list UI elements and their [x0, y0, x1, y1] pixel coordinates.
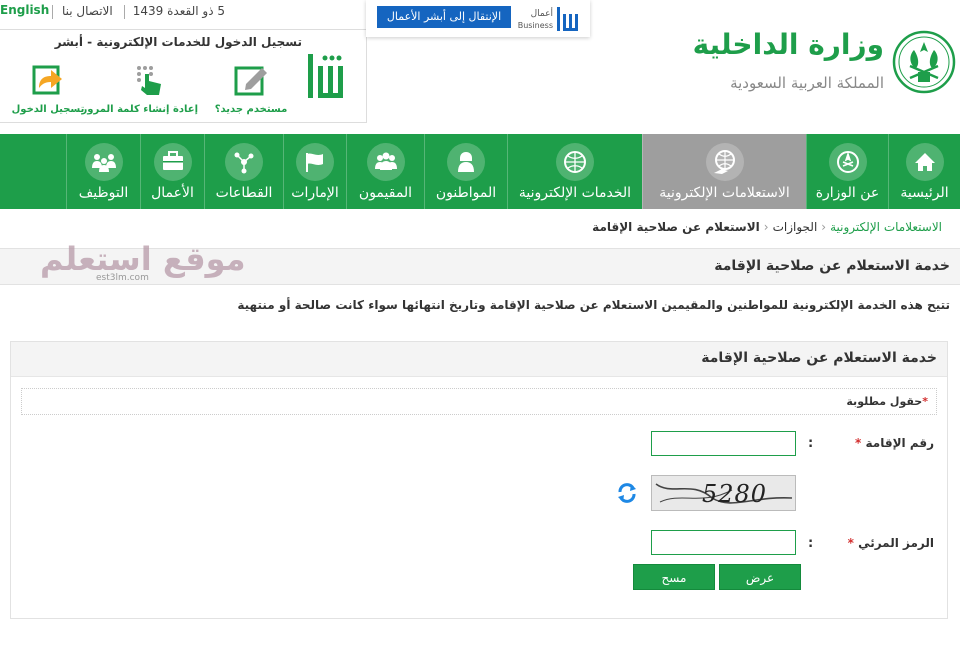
contact-us-link[interactable]: الاتصال بنا: [62, 4, 113, 18]
inquiry-form-panel: خدمة الاستعلام عن صلاحية الإقامة *حقول م…: [10, 341, 948, 619]
business-logo-en: Business: [517, 21, 553, 30]
network-icon: [234, 152, 254, 174]
hijri-date: 5 ذو القعدة 1439: [132, 4, 225, 18]
nav-home-label: الرئيسية: [900, 185, 949, 201]
nav-emirates-label: الإمارات: [291, 185, 339, 201]
nav-business-circle: [153, 143, 192, 181]
globe-icon: [564, 151, 586, 173]
service-description: تتيح هذه الخدمة الإلكترونية للمواطنين وا…: [237, 298, 950, 312]
nav-about-circle: [828, 143, 867, 181]
nav-about-label: عن الوزارة: [815, 185, 880, 201]
iqama-label-text: رقم الإقامة: [865, 436, 934, 450]
reset-password-label: إعادة إنشاء كلمة المرور: [81, 104, 198, 115]
absher-business-bar: الإنتقال إلى أبشر الأعمال أعمال Business: [366, 0, 590, 37]
absher-login-box: تسجيل الدخول للخدمات الإلكترونية - أبشر …: [0, 29, 367, 123]
nav-employment-circle: [84, 143, 123, 181]
nav-residents-label: المقيمون: [358, 185, 413, 201]
login-label: تسجيل الدخول: [11, 104, 85, 115]
team-icon: [91, 154, 116, 172]
nav-services-circle: [556, 143, 594, 181]
nav-citizens-label: المواطنون: [435, 185, 497, 201]
person-icon: [458, 152, 474, 172]
nav-home[interactable]: الرئيسية: [888, 134, 960, 209]
nav-residents-circle: [366, 143, 405, 181]
nav-e-inquiries[interactable]: الاستعلامات الإلكترونية: [642, 134, 806, 209]
nav-emirates[interactable]: الإمارات: [283, 134, 346, 209]
iqama-colon: :: [808, 436, 814, 451]
watermark-url: est3lm.com: [96, 273, 149, 283]
nav-sectors-circle: [225, 143, 263, 181]
topbar-divider: [52, 5, 53, 19]
nav-inquiries-circle: [705, 143, 744, 181]
section-title: خدمة الاستعلام عن صلاحية الإقامة: [714, 258, 950, 274]
form-panel-header: خدمة الاستعلام عن صلاحية الإقامة: [11, 342, 947, 377]
visual-code-input[interactable]: [651, 530, 796, 555]
nav-about-ministry[interactable]: عن الوزارة: [806, 134, 888, 209]
flag-icon: [306, 153, 323, 172]
absher-logo-icon: [308, 54, 343, 98]
keypad-touch-icon: [137, 66, 161, 95]
visual-code-colon: :: [808, 536, 814, 551]
nav-services-label: الخدمات الإلكترونية: [518, 185, 632, 201]
breadcrumb-mid-link[interactable]: الجوازات: [773, 220, 818, 234]
language-english-link[interactable]: English: [0, 3, 49, 17]
required-star: *: [847, 536, 854, 550]
topbar-divider: [124, 5, 125, 19]
form-title: خدمة الاستعلام عن صلاحية الإقامة: [701, 350, 937, 366]
nav-sectors-label: القطاعات: [215, 185, 273, 201]
login-button[interactable]: تسجيل الدخول: [0, 64, 96, 115]
ministry-title: وزارة الداخلية: [692, 28, 884, 61]
required-note-label: حقول مطلوبة: [846, 395, 923, 408]
nav-employment[interactable]: التوظيف: [66, 134, 140, 209]
breadcrumb-current: الاستعلام عن صلاحية الإقامة: [592, 220, 760, 234]
saudi-emblem-icon: [892, 30, 956, 94]
edit-icon: [234, 66, 267, 96]
briefcase-icon: [162, 151, 183, 170]
people-icon: [374, 152, 397, 170]
nav-inquiries-label: الاستعلامات الإلكترونية: [659, 185, 790, 201]
nav-citizens-circle: [447, 143, 485, 181]
nav-citizens[interactable]: المواطنون: [424, 134, 507, 209]
globe-hand-icon: [713, 150, 735, 174]
nav-home-circle: [905, 143, 944, 181]
iqama-number-input[interactable]: [651, 431, 796, 456]
breadcrumb-chevron-icon: ‹: [763, 220, 769, 234]
required-star: *: [922, 395, 928, 408]
nav-residents[interactable]: المقيمون: [346, 134, 424, 209]
breadcrumb: الاستعلامات الإلكترونية‹الجوازات‹الاستعل…: [592, 220, 942, 234]
visual-code-label: الرمز المرئي *: [848, 536, 934, 550]
breadcrumb-root-link[interactable]: الاستعلامات الإلكترونية: [830, 220, 942, 234]
nav-employment-label: التوظيف: [78, 185, 129, 201]
login-box-title: تسجيل الدخول للخدمات الإلكترونية - أبشر: [54, 35, 302, 49]
go-to-absher-business-button[interactable]: الإنتقال إلى أبشر الأعمال: [377, 6, 511, 28]
login-arrow-icon: [32, 65, 62, 95]
submit-button[interactable]: عرض: [719, 564, 801, 590]
nav-business[interactable]: الأعمال: [140, 134, 204, 209]
required-fields-note: *حقول مطلوبة: [21, 388, 937, 415]
iqama-number-label: رقم الإقامة *: [855, 436, 934, 450]
business-logo-ar: أعمال: [530, 9, 553, 19]
required-star: *: [855, 436, 862, 450]
absher-business-logo-icon: [557, 7, 578, 31]
ministry-subtitle: المملكة العربية السعودية: [730, 74, 884, 92]
new-user-label: مستخدم جديد؟: [214, 104, 288, 115]
nav-sectors[interactable]: القطاعات: [204, 134, 283, 209]
nav-e-services[interactable]: الخدمات الإلكترونية: [507, 134, 642, 209]
new-user-button[interactable]: مستخدم جديد؟: [203, 64, 299, 115]
refresh-captcha-icon[interactable]: [616, 482, 638, 504]
main-nav: الرئيسية عن الوزارة الاستعلامات الإلكترو…: [0, 134, 960, 209]
nav-emirates-circle: [296, 143, 334, 181]
nav-business-label: الأعمال: [151, 185, 194, 201]
absher-business-logo: أعمال Business: [518, 4, 578, 34]
home-icon: [914, 153, 935, 171]
captcha-text: 5280: [702, 480, 768, 508]
captcha-image: 5280: [651, 475, 796, 511]
reset-password-button[interactable]: إعادة إنشاء كلمة المرور: [81, 64, 198, 115]
visual-code-label-text: الرمز المرئي: [858, 536, 934, 550]
required-note-text: *حقول مطلوبة: [846, 395, 928, 408]
clear-button[interactable]: مسح: [633, 564, 715, 590]
emblem-icon: [836, 151, 859, 173]
breadcrumb-chevron-icon: ‹: [821, 220, 827, 234]
